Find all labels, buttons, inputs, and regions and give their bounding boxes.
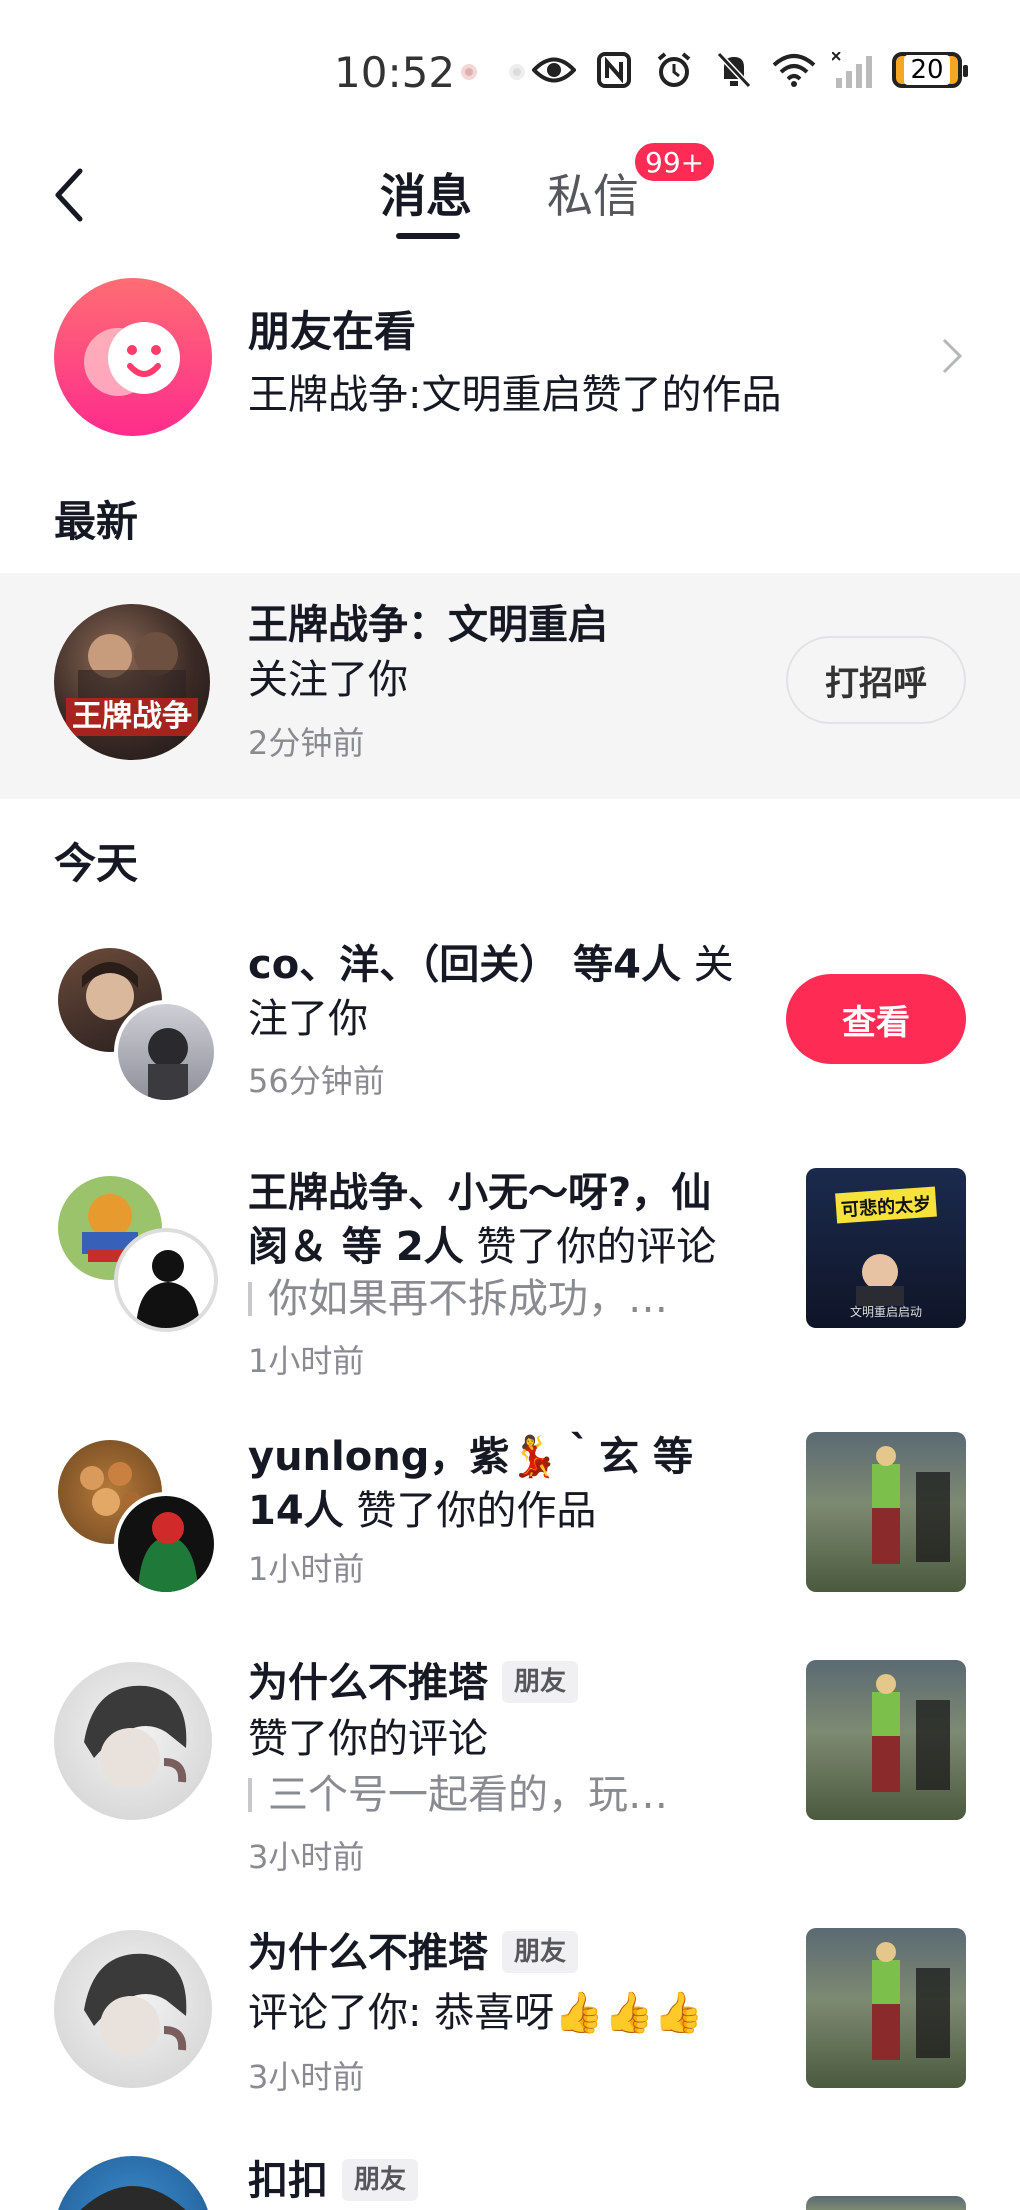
notification-title: 为什么不推塔 朋友 — [248, 1926, 808, 1980]
section-latest: 最新 — [54, 497, 139, 546]
tab-messages[interactable]: 消息 — [380, 160, 472, 226]
nfc-icon — [592, 50, 636, 90]
notification-time: 1小时前 — [248, 1342, 365, 1380]
notification-title: 王牌战争、小无～呀?，仙阂＆ 等 2人 赞了你的评论 — [248, 1170, 717, 1270]
section-today: 今天 — [54, 839, 139, 888]
status-bar: 10:52 20 — [0, 0, 1020, 140]
friends-watching-subtitle: 王牌战争:文明重启赞了的作品 — [248, 372, 782, 418]
tab-underline — [396, 233, 460, 239]
alarm-icon — [652, 50, 696, 90]
view-button[interactable]: 查看 — [786, 974, 966, 1064]
friends-watching-title: 朋友在看 — [248, 307, 417, 356]
signal-icon — [832, 50, 876, 90]
notification-time: 56分钟前 — [248, 1062, 385, 1100]
latest-time: 2分钟前 — [248, 724, 365, 762]
latest-name: 王牌战争：文明重启 — [248, 602, 608, 648]
avatar[interactable] — [54, 2156, 212, 2210]
comment-quote: 三个号一起看的，玩… — [248, 1768, 668, 1822]
video-thumbnail[interactable] — [806, 1432, 966, 1592]
friend-tag: 朋友 — [342, 2159, 419, 2201]
notification-action: 评论了你: 恭喜呀👍👍👍 — [248, 1990, 704, 2036]
notification-time: 1小时前 — [248, 1550, 365, 1588]
avatar[interactable]: 王牌战争 — [54, 604, 210, 760]
video-thumbnail[interactable]: 可悲的太岁 文明重启启动 — [806, 1168, 966, 1328]
video-thumbnail[interactable] — [806, 2196, 966, 2210]
eye-icon — [532, 50, 576, 90]
avatar[interactable] — [54, 1930, 212, 2088]
friend-tag: 朋友 — [502, 1661, 579, 1703]
comment-quote: 你如果再不拆成功，… — [248, 1272, 668, 1326]
notification-title: 扣扣 朋友 — [248, 2154, 808, 2208]
dm-count-badge: 99+ — [632, 140, 718, 184]
battery-icon: 20 — [892, 52, 968, 88]
friends-watching-icon — [54, 278, 212, 436]
chevron-right-icon — [940, 336, 964, 376]
status-time: 10:52 — [334, 48, 456, 97]
video-thumbnail[interactable] — [806, 1928, 966, 2088]
tab-direct-messages[interactable]: 私信 — [547, 160, 639, 226]
video-thumbnail[interactable] — [806, 1660, 966, 1820]
avatar-logo-text: 王牌战争 — [72, 699, 192, 734]
notification-dot-icon — [461, 64, 477, 80]
notification-dot-icon — [509, 64, 525, 80]
thumbnail-caption: 文明重启启动 — [850, 1304, 922, 1319]
battery-level: 20 — [904, 55, 950, 85]
avatar — [114, 1228, 218, 1332]
back-button[interactable] — [50, 165, 90, 225]
notification-title: co、洋、（回关） 等4人 关注了你 — [248, 942, 734, 1042]
notification-action: 赞了你的评论 — [248, 1716, 488, 1762]
notification-time: 3小时前 — [248, 1838, 365, 1876]
friend-tag: 朋友 — [502, 1931, 579, 1973]
avatar[interactable] — [54, 1662, 212, 1820]
latest-action: 关注了你 — [248, 657, 408, 703]
avatar — [114, 1492, 218, 1596]
notification-title: 为什么不推塔 朋友 — [248, 1656, 808, 1710]
notification-title: yunlong，紫💃｀玄 等 14人 赞了你的作品 — [248, 1434, 694, 1534]
say-hi-button[interactable]: 打招呼 — [786, 636, 966, 724]
mute-icon — [712, 50, 756, 90]
avatar — [114, 1000, 218, 1104]
notification-time: 3小时前 — [248, 2058, 365, 2096]
wifi-icon — [772, 50, 816, 90]
